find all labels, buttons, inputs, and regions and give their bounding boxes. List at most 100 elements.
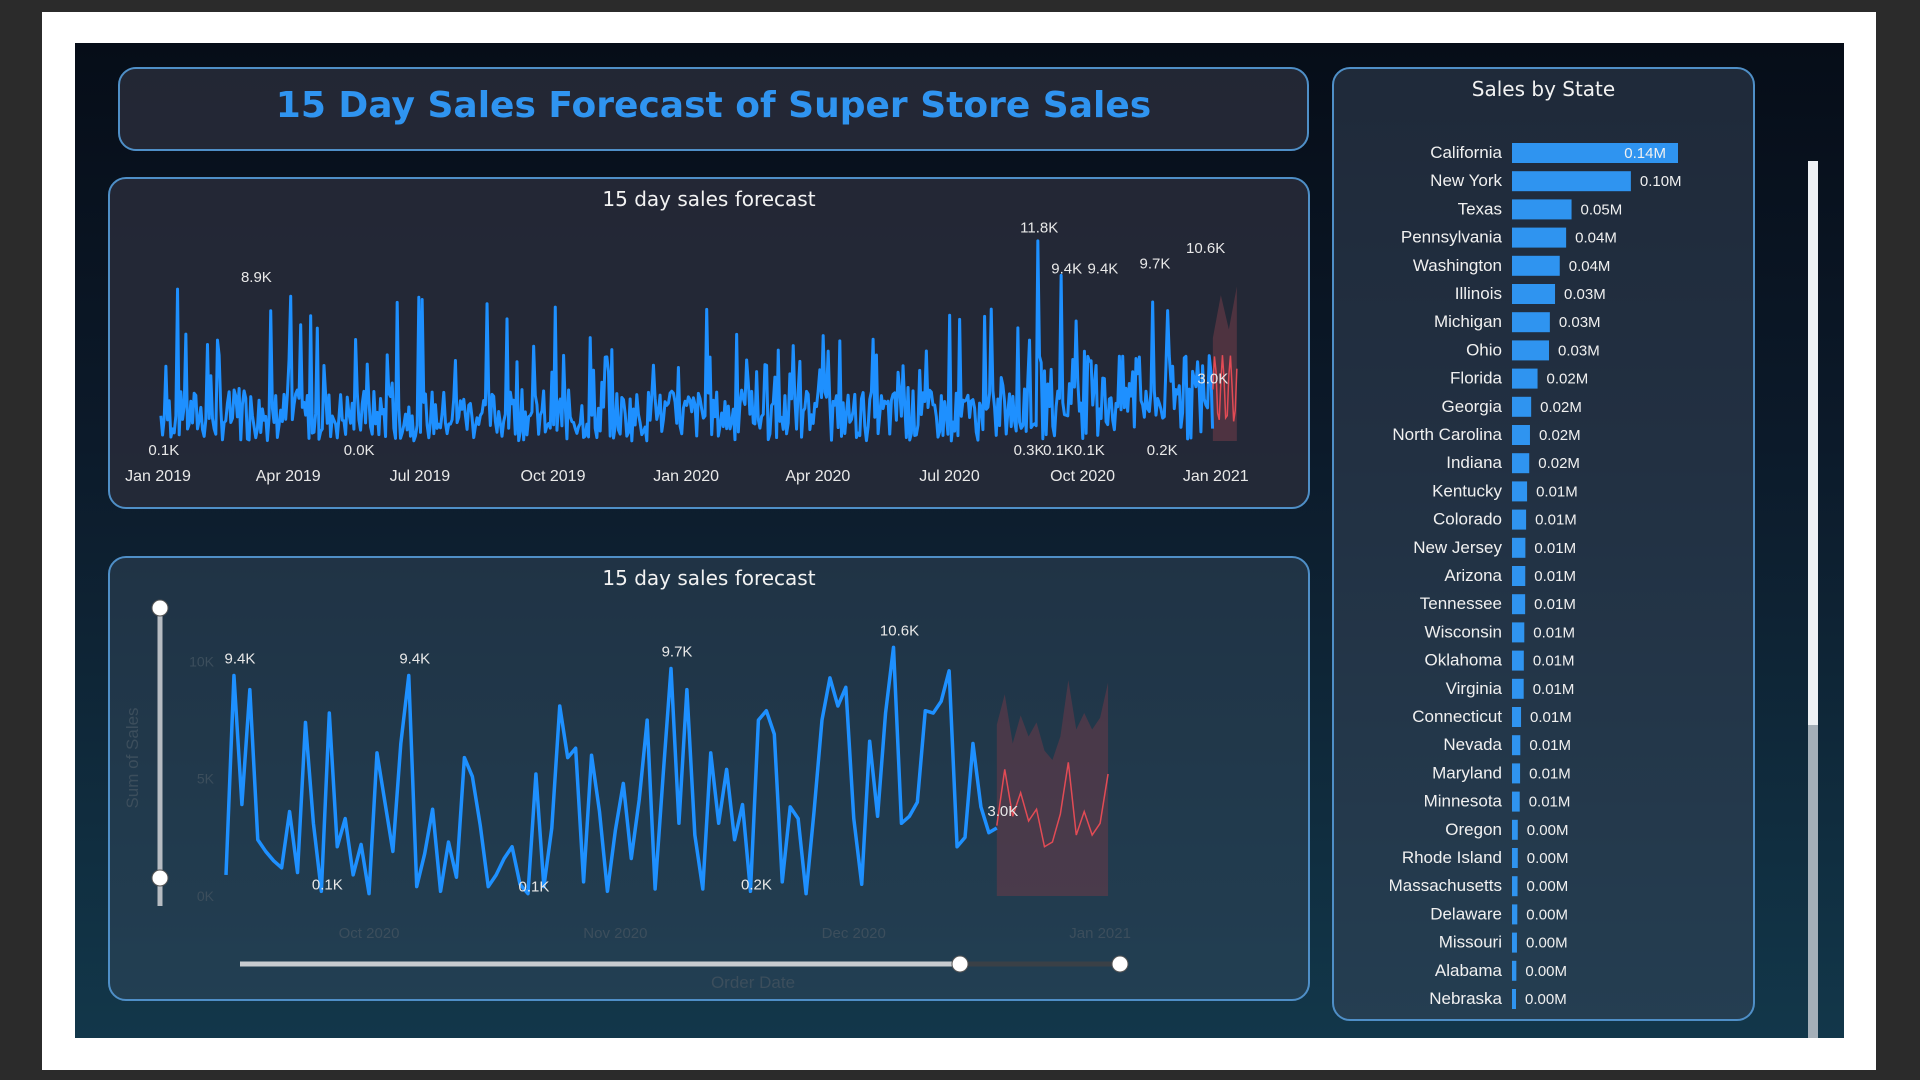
state-value-label: 0.01M: [1529, 794, 1571, 811]
state-label: Texas: [1458, 199, 1502, 218]
forecast-chart-full-panel[interactable]: 15 day sales forecast Jan 2019 Apr 2019 Ju…: [108, 177, 1310, 509]
data-label: 0.3K: [1014, 442, 1045, 459]
state-label: Indiana: [1446, 453, 1502, 472]
state-label: New York: [1430, 171, 1502, 190]
state-value-label: 0.01M: [1534, 540, 1576, 557]
state-bar[interactable]: [1512, 425, 1530, 445]
state-bar[interactable]: [1512, 819, 1518, 840]
state-bar[interactable]: [1512, 312, 1550, 333]
state-value-label: 0.01M: [1534, 568, 1576, 585]
state-bar[interactable]: [1512, 594, 1526, 615]
x-tick-label: Dec 2020: [822, 925, 886, 942]
state-bar[interactable]: [1512, 735, 1521, 756]
state-bar[interactable]: [1512, 678, 1524, 699]
state-bar[interactable]: [1512, 199, 1572, 220]
state-label: Ohio: [1466, 340, 1502, 359]
x-tick-label: Oct 2019: [521, 468, 586, 485]
state-label: Florida: [1450, 369, 1503, 388]
state-label: Arizona: [1444, 566, 1502, 585]
state-bar[interactable]: [1512, 763, 1521, 784]
y-range-slider-bottom-handle[interactable]: [151, 869, 169, 887]
state-label: Massachusetts: [1389, 876, 1502, 895]
data-label: 0.2K: [741, 876, 772, 893]
state-bar[interactable]: [1512, 932, 1517, 953]
state-bar[interactable]: [1512, 989, 1516, 1009]
x-tick-label: Apr 2020: [785, 468, 850, 485]
state-value-label: 0.01M: [1533, 624, 1575, 641]
x-tick-label: Oct 2020: [339, 925, 400, 942]
state-bar[interactable]: [1512, 171, 1631, 192]
state-value-label: 0.00M: [1525, 991, 1567, 1008]
state-label: Wisconsin: [1425, 622, 1502, 641]
state-bar[interactable]: [1512, 960, 1517, 981]
state-value-label: 0.00M: [1526, 935, 1568, 952]
date-range-slider-end-handle[interactable]: [1111, 955, 1129, 973]
state-value-label: 0.01M: [1530, 709, 1572, 726]
state-value-label: 0.04M: [1569, 258, 1611, 275]
actual-sales-line: [224, 645, 998, 896]
state-label: Illinois: [1455, 284, 1502, 303]
forecast-confidence-band: [996, 680, 1109, 896]
state-list-scrollbar-thumb[interactable]: [1808, 161, 1818, 725]
x-tick-label: Nov 2020: [583, 925, 647, 942]
y-range-slider-top-handle[interactable]: [151, 599, 169, 617]
state-label: Oklahoma: [1425, 651, 1503, 670]
state-bar[interactable]: [1512, 509, 1527, 530]
title-card: 15 Day Sales Forecast of Super Store Sal…: [118, 67, 1309, 151]
data-label: 8.9K: [241, 269, 272, 286]
x-tick-label: Apr 2019: [256, 468, 321, 485]
state-value-label: 0.02M: [1538, 455, 1580, 472]
x-tick-label: Jul 2019: [390, 468, 451, 485]
state-bar[interactable]: [1512, 340, 1550, 361]
state-label: Virginia: [1446, 679, 1503, 698]
sales-by-state-panel[interactable]: Sales by State California 0.14M New York 0.…: [1332, 67, 1755, 1021]
state-bar[interactable]: [1512, 707, 1522, 727]
state-label: Connecticut: [1412, 707, 1502, 726]
state-value-label: 0.01M: [1533, 653, 1575, 670]
state-label: Nevada: [1443, 735, 1502, 754]
state-bar[interactable]: [1512, 396, 1532, 417]
forecast-chart-zoom[interactable]: Sum of Sales 10K 5K 0K 9.4K 0.1K 9.4K 0.1K 9.7K 0…: [110, 558, 1312, 1003]
state-label: Colorado: [1433, 510, 1502, 529]
state-bar[interactable]: [1512, 566, 1526, 586]
state-label: California: [1430, 143, 1502, 162]
state-bar[interactable]: [1512, 368, 1538, 389]
state-value-label: 0.03M: [1564, 286, 1606, 303]
state-bar[interactable]: [1512, 537, 1526, 558]
state-bar[interactable]: [1512, 481, 1528, 502]
data-label: 9.4K: [1087, 261, 1118, 278]
state-bar[interactable]: [1512, 284, 1556, 304]
data-label: 0.1K: [148, 442, 179, 459]
x-tick-label: Jan 2020: [653, 468, 719, 485]
state-bar[interactable]: [1512, 650, 1524, 671]
forecast-chart-full[interactable]: Jan 2019 Apr 2019 Jul 2019 Oct 2019 Jan 2020…: [110, 179, 1312, 511]
state-label: Georgia: [1442, 397, 1503, 416]
state-value-label: 0.01M: [1534, 596, 1576, 613]
state-value-label: 0.00M: [1527, 878, 1569, 895]
date-range-slider-start-handle[interactable]: [951, 955, 969, 973]
data-label: 9.7K: [1140, 255, 1171, 272]
data-label: 0.0K: [344, 442, 375, 459]
state-bar[interactable]: [1512, 622, 1525, 643]
state-bar[interactable]: [1512, 848, 1518, 868]
data-label: 9.4K: [225, 651, 256, 668]
state-bar[interactable]: [1512, 453, 1530, 474]
dashboard-title: 15 Day Sales Forecast of Super Store Sal…: [275, 85, 1152, 126]
state-bar[interactable]: [1512, 255, 1560, 276]
forecast-chart-zoom-panel[interactable]: 15 day sales forecast Sum of Sales 10K 5K 0…: [108, 556, 1310, 1001]
state-label: Delaware: [1430, 904, 1502, 923]
data-label: 3.0K: [987, 803, 1018, 820]
state-value-label: 0.04M: [1575, 230, 1617, 247]
x-tick-label: Jan 2021: [1183, 468, 1249, 485]
state-label: Pennsylvania: [1401, 228, 1503, 247]
state-bar[interactable]: [1512, 904, 1518, 925]
state-label: North Carolina: [1392, 425, 1502, 444]
sales-by-state-chart[interactable]: California 0.14M New York 0.10M Texas 0.05M Pe…: [1334, 69, 1757, 1023]
state-value-label: 0.14M: [1624, 145, 1666, 162]
state-bar[interactable]: [1512, 791, 1520, 812]
state-bar[interactable]: [1512, 876, 1518, 897]
state-bar[interactable]: [1512, 227, 1567, 248]
state-label: Alabama: [1435, 961, 1503, 980]
x-tick-label: Jul 2020: [919, 468, 980, 485]
state-value-label: 0.02M: [1547, 371, 1589, 388]
